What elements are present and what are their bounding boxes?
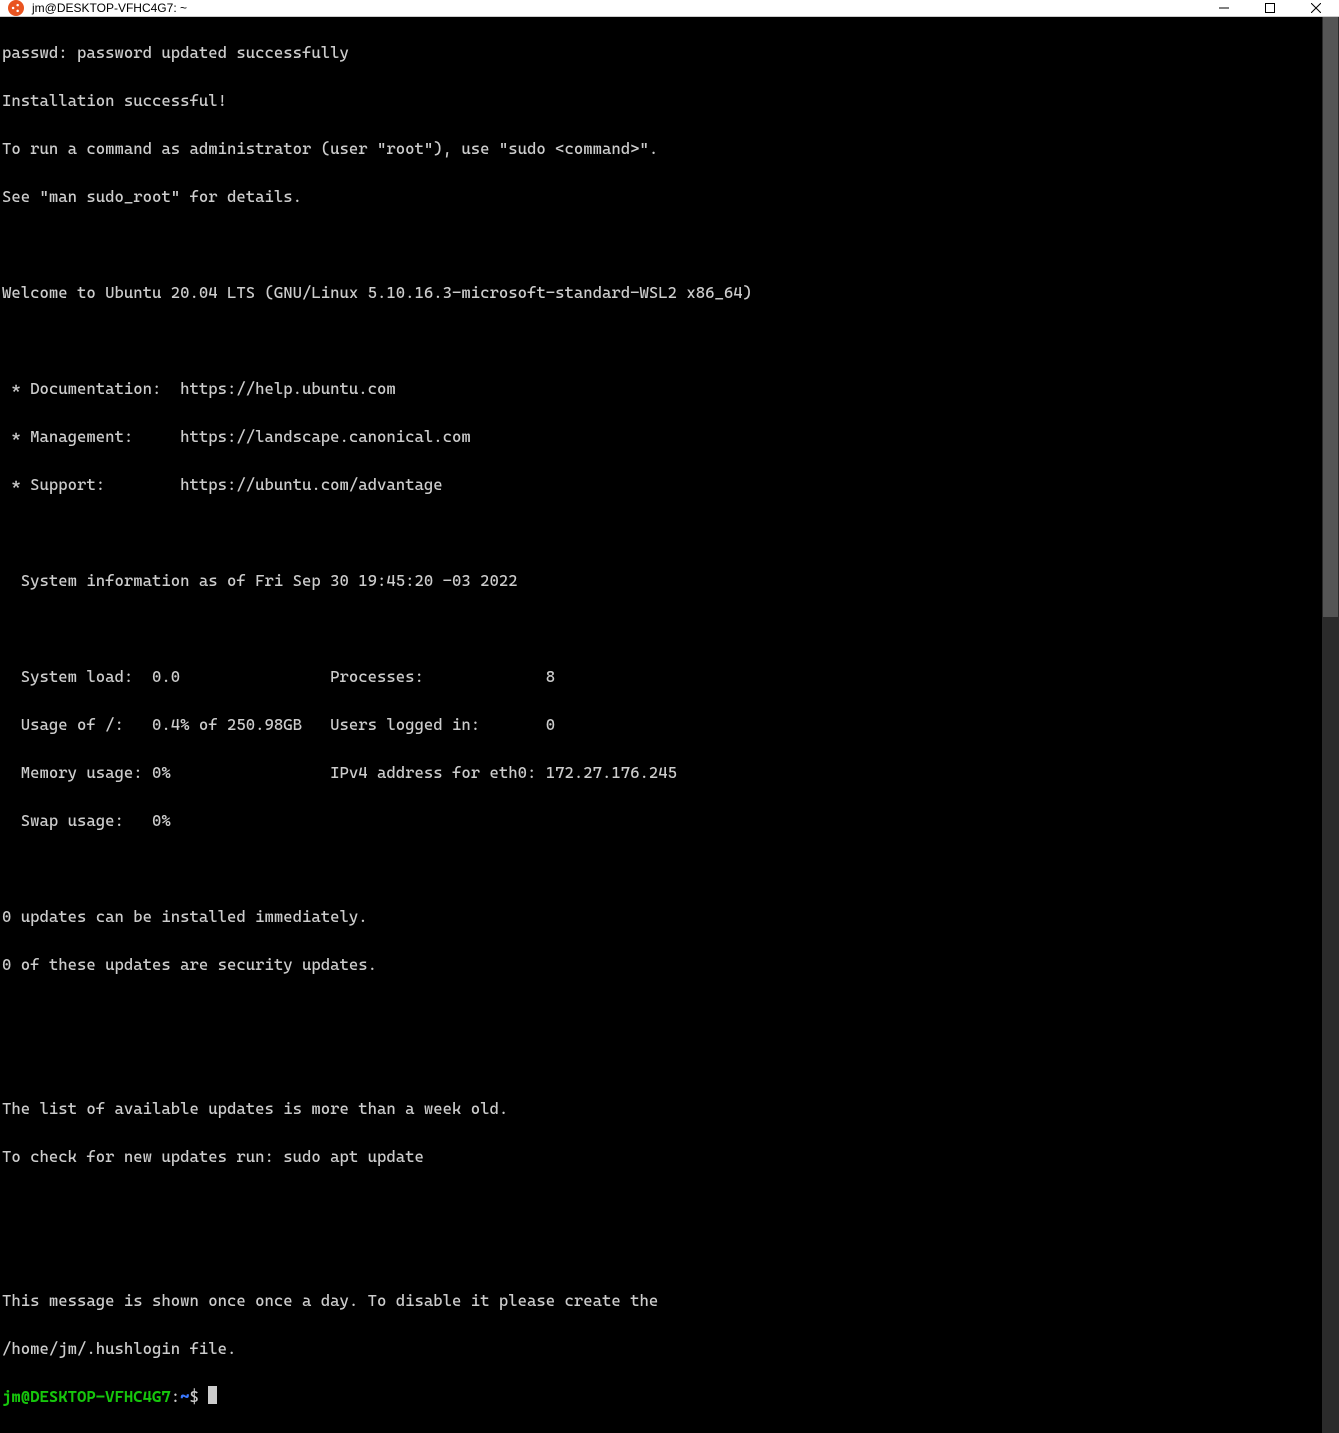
close-icon xyxy=(1311,3,1321,13)
window-title: jm@DESKTOP-VFHC4G7: ~ xyxy=(32,1,1201,15)
terminal-line: Installation successful! xyxy=(2,89,1320,113)
terminal-line: 0 updates can be installed immediately. xyxy=(2,905,1320,929)
terminal-line: To run a command as administrator (user … xyxy=(2,137,1320,161)
terminal-line: 0 of these updates are security updates. xyxy=(2,953,1320,977)
prompt-path: ~ xyxy=(180,1387,189,1406)
window-titlebar: jm@DESKTOP-VFHC4G7: ~ xyxy=(0,0,1339,17)
terminal-line: /home/jm/.hushlogin file. xyxy=(2,1337,1320,1361)
terminal-line: Usage of /: 0.4% of 250.98GB Users logge… xyxy=(2,713,1320,737)
terminal-line: * Documentation: https://help.ubuntu.com xyxy=(2,377,1320,401)
minimize-icon xyxy=(1219,3,1229,13)
terminal-line xyxy=(2,1193,1320,1217)
prompt-colon: : xyxy=(171,1387,180,1406)
prompt-line: jm@DESKTOP-VFHC4G7:~$ xyxy=(2,1385,1320,1409)
terminal-output[interactable]: passwd: password updated successfully In… xyxy=(0,17,1322,1433)
window-controls xyxy=(1201,0,1339,16)
minimize-button[interactable] xyxy=(1201,0,1247,16)
terminal-line: See "man sudo_root" for details. xyxy=(2,185,1320,209)
maximize-icon xyxy=(1265,3,1275,13)
terminal-line: System load: 0.0 Processes: 8 xyxy=(2,665,1320,689)
terminal-line: Swap usage: 0% xyxy=(2,809,1320,833)
terminal-line xyxy=(2,1001,1320,1025)
terminal-line xyxy=(2,233,1320,257)
prompt-userhost: jm@DESKTOP-VFHC4G7 xyxy=(2,1387,171,1406)
terminal-line: System information as of Fri Sep 30 19:4… xyxy=(2,569,1320,593)
terminal-line xyxy=(2,521,1320,545)
terminal-line xyxy=(2,1049,1320,1073)
terminal-line: passwd: password updated successfully xyxy=(2,41,1320,65)
terminal-line: * Support: https://ubuntu.com/advantage xyxy=(2,473,1320,497)
terminal-line xyxy=(2,857,1320,881)
terminal-line: * Management: https://landscape.canonica… xyxy=(2,425,1320,449)
prompt-dollar: $ xyxy=(190,1387,199,1406)
scrollbar[interactable] xyxy=(1322,17,1339,1433)
terminal-line xyxy=(2,1241,1320,1265)
scrollbar-thumb[interactable] xyxy=(1323,17,1338,617)
terminal-line: Memory usage: 0% IPv4 address for eth0: … xyxy=(2,761,1320,785)
terminal-line: This message is shown once once a day. T… xyxy=(2,1289,1320,1313)
terminal-line: The list of available updates is more th… xyxy=(2,1097,1320,1121)
terminal-line xyxy=(2,329,1320,353)
terminal-line: Welcome to Ubuntu 20.04 LTS (GNU/Linux 5… xyxy=(2,281,1320,305)
terminal-line: To check for new updates run: sudo apt u… xyxy=(2,1145,1320,1169)
terminal-line xyxy=(2,617,1320,641)
terminal-cursor xyxy=(208,1386,217,1404)
ubuntu-icon xyxy=(8,0,24,16)
close-button[interactable] xyxy=(1293,0,1339,16)
maximize-button[interactable] xyxy=(1247,0,1293,16)
